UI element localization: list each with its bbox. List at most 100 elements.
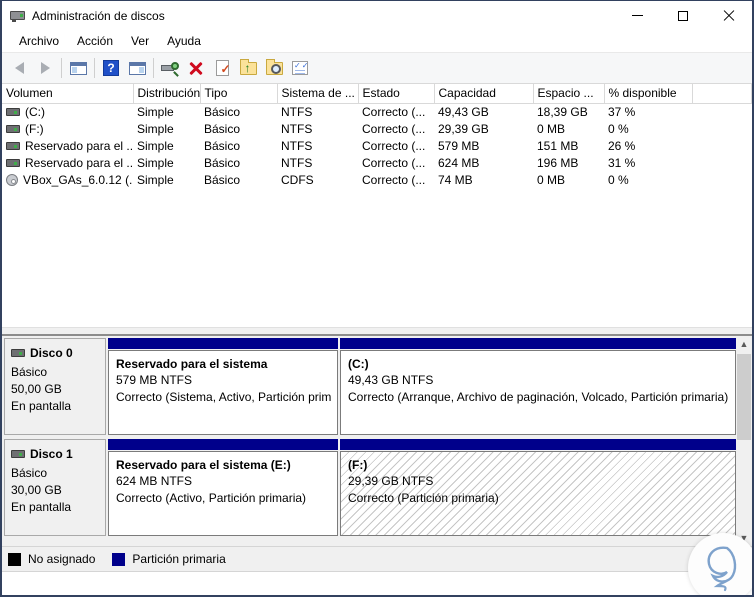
disk-icon: [6, 141, 20, 150]
back-icon: [14, 62, 24, 74]
partition-disk0-c[interactable]: (C:) 49,43 GB NTFS Correcto (Arranque, A…: [340, 338, 736, 435]
volume-name: Reservado para el ...: [25, 155, 133, 170]
disk-size: 30,00 GB: [11, 483, 62, 497]
disk-1-label[interactable]: Disco 1 Básico 30,00 GB En pantalla: [4, 439, 106, 536]
view-options-button[interactable]: [287, 56, 313, 80]
col-header-disponible[interactable]: % disponible: [604, 84, 693, 104]
pane-splitter[interactable]: [2, 327, 752, 336]
forward-icon: [40, 62, 50, 74]
volume-free: 151 MB: [537, 138, 579, 153]
folder-search-button[interactable]: [261, 56, 287, 80]
volume-fs: NTFS: [281, 138, 313, 153]
partition-disk1-f-selected[interactable]: (F:) 29,39 GB NTFS Correcto (Partición p…: [340, 439, 736, 536]
delete-volume-button[interactable]: [183, 56, 209, 80]
disk-status: En pantalla: [11, 399, 72, 413]
folder-up-button[interactable]: [235, 56, 261, 80]
app-disk-icon: [10, 8, 26, 24]
volume-layout: Simple: [137, 121, 174, 136]
col-header-espacio[interactable]: Espacio ...: [533, 84, 605, 104]
partition-size: 29,39 GB NTFS: [348, 474, 434, 488]
table-row[interactable]: VBox_GAs_6.0.12 (... Simple Básico CDFS …: [2, 171, 752, 188]
table-row[interactable]: (C:) Simple Básico NTFS Correcto (... 49…: [2, 103, 752, 120]
checklist-icon: [292, 61, 309, 75]
menu-archivo[interactable]: Archivo: [10, 31, 68, 51]
graph-scrollbar: ▲ ▼: [736, 336, 752, 546]
volume-pct: 0 %: [608, 121, 629, 136]
menu-bar: Archivo Acción Ver Ayuda: [2, 30, 752, 53]
volume-free: 18,39 GB: [537, 104, 588, 119]
show-action-pane-button[interactable]: [124, 56, 150, 80]
scrollbar-thumb[interactable]: [737, 354, 751, 440]
volume-fs: CDFS: [281, 172, 314, 187]
partition-disk0-reserved[interactable]: Reservado para el sistema 579 MB NTFS Co…: [108, 338, 338, 435]
volume-capacity: 579 MB: [438, 138, 480, 153]
scrollbar-track[interactable]: [736, 352, 752, 530]
partition-name: (C:): [348, 357, 369, 371]
volume-pct: 26 %: [608, 138, 636, 153]
col-header-distribucion[interactable]: Distribución: [133, 84, 201, 104]
menu-ver[interactable]: Ver: [122, 31, 158, 51]
volume-list-pane: Volumen Distribución Tipo Sistema de ...…: [2, 84, 752, 327]
table-row[interactable]: (F:) Simple Básico NTFS Correcto (... 29…: [2, 120, 752, 137]
volume-capacity: 74 MB: [438, 172, 473, 187]
volume-table: Volumen Distribución Tipo Sistema de ...…: [2, 84, 752, 188]
minimize-icon: [631, 15, 643, 16]
disk-status: En pantalla: [11, 500, 72, 514]
col-header-sistema[interactable]: Sistema de ...: [277, 84, 359, 104]
volume-capacity: 29,39 GB: [438, 121, 489, 136]
volume-status: Correcto (...: [362, 172, 426, 187]
toolbar: ?: [2, 53, 752, 84]
col-header-volumen[interactable]: Volumen: [2, 84, 134, 104]
disk-icon: [11, 450, 25, 458]
volume-fs: NTFS: [281, 155, 313, 170]
partition-status: Correcto (Arranque, Archivo de paginació…: [348, 390, 729, 404]
maximize-button[interactable]: [660, 1, 706, 30]
disk-name: Disco 0: [30, 346, 73, 360]
help-button[interactable]: ?: [98, 56, 124, 80]
disk-size: 50,00 GB: [11, 382, 62, 396]
col-header-capacidad[interactable]: Capacidad: [434, 84, 534, 104]
forward-button[interactable]: [32, 56, 58, 80]
cd-icon: [6, 173, 18, 186]
delete-icon: [189, 61, 203, 75]
show-console-tree-button[interactable]: [65, 56, 91, 80]
volume-name: VBox_GAs_6.0.12 (...: [23, 172, 133, 187]
partition-name: Reservado para el sistema: [116, 357, 268, 371]
volume-capacity: 49,43 GB: [438, 104, 489, 119]
volume-status: Correcto (...: [362, 155, 426, 170]
primary-partition-bar: [340, 439, 736, 450]
menu-accion[interactable]: Acción: [68, 31, 122, 51]
partition-name: (F:): [348, 458, 368, 472]
volume-name: Reservado para el ...: [25, 138, 133, 153]
table-row[interactable]: Reservado para el ... Simple Básico NTFS…: [2, 154, 752, 171]
close-button[interactable]: [706, 1, 752, 30]
menu-ayuda[interactable]: Ayuda: [158, 31, 210, 51]
properties-button[interactable]: [209, 56, 235, 80]
volume-status: Correcto (...: [362, 104, 426, 119]
primary-partition-bar: [108, 439, 338, 450]
volume-type: Básico: [204, 138, 241, 153]
disk-type: Básico: [11, 466, 48, 480]
folder-up-icon: [239, 58, 257, 75]
col-header-estado[interactable]: Estado: [358, 84, 435, 104]
table-row[interactable]: Reservado para el ... Simple Básico NTFS…: [2, 137, 752, 154]
maximize-icon: [678, 10, 688, 21]
table-header-row: Volumen Distribución Tipo Sistema de ...…: [2, 84, 752, 104]
volume-type: Básico: [204, 172, 241, 187]
disk-graphical-pane: Disco 0 Básico 50,00 GB En pantalla Rese…: [2, 336, 752, 546]
unallocated-swatch: [8, 552, 21, 566]
toolbar-separator: [61, 58, 62, 78]
minimize-button[interactable]: [614, 1, 660, 30]
primary-partition-bar: [340, 338, 736, 349]
back-button[interactable]: [6, 56, 32, 80]
volume-layout: Simple: [137, 138, 174, 153]
rescan-disks-button[interactable]: [157, 56, 183, 80]
toolbar-separator: [153, 58, 154, 78]
scroll-up-icon[interactable]: ▲: [736, 336, 752, 352]
col-header-tipo[interactable]: Tipo: [200, 84, 278, 104]
disk-0-label[interactable]: Disco 0 Básico 50,00 GB En pantalla: [4, 338, 106, 435]
primary-partition-bar: [108, 338, 338, 349]
legend-label-unallocated: No asignado: [28, 552, 96, 566]
speech-bubble-logo: [688, 533, 752, 595]
partition-disk1-e[interactable]: Reservado para el sistema (E:) 624 MB NT…: [108, 439, 338, 536]
